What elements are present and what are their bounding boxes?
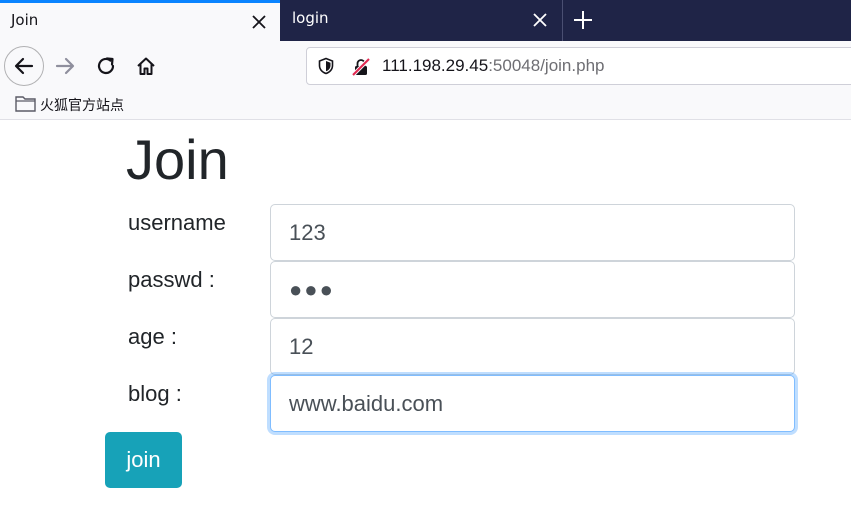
forward-button[interactable] <box>45 46 85 86</box>
password-field[interactable]: ●●● <box>270 261 795 318</box>
home-button[interactable] <box>126 46 166 86</box>
plus-icon[interactable] <box>572 9 594 31</box>
close-icon[interactable] <box>251 14 267 30</box>
tab-separator <box>562 0 563 41</box>
url-path: :50048/join.php <box>488 56 605 75</box>
page-title: Join <box>126 128 229 191</box>
back-button[interactable] <box>4 46 44 86</box>
tracking-shield-icon[interactable] <box>317 57 335 75</box>
join-button[interactable]: join <box>105 432 182 488</box>
tab-title: login <box>292 9 329 27</box>
tab-title: Join <box>11 11 39 29</box>
folder-icon <box>15 96 36 112</box>
username-label: username <box>128 210 226 235</box>
insecure-lock-icon[interactable] <box>351 57 371 77</box>
tab-login[interactable]: login <box>281 0 562 41</box>
url-text: 111.198.29.45:50048/join.php <box>382 56 604 76</box>
home-icon <box>137 57 155 75</box>
username-field[interactable] <box>270 204 795 261</box>
tab-strip: Join login <box>0 0 851 41</box>
reload-button[interactable] <box>86 46 126 86</box>
blog-field[interactable] <box>270 375 795 432</box>
address-bar[interactable]: 111.198.29.45:50048/join.php <box>306 47 851 85</box>
passwd-label: passwd : <box>128 267 215 292</box>
forward-arrow-icon <box>55 57 75 75</box>
back-arrow-icon <box>14 57 34 75</box>
tab-join[interactable]: Join <box>0 0 280 41</box>
blog-label: blog : <box>128 381 182 406</box>
reload-icon <box>97 57 115 75</box>
age-field[interactable] <box>270 318 795 375</box>
close-icon[interactable] <box>532 12 548 28</box>
age-label: age : <box>128 324 177 349</box>
bookmark-label[interactable]: 火狐官方站点 <box>40 95 124 115</box>
page-content: Join username passwd : ●●● age : blog : … <box>0 120 851 507</box>
bookmarks-toolbar: 火狐官方站点 <box>0 91 851 120</box>
navigation-toolbar: 111.198.29.45:50048/join.php <box>0 41 851 91</box>
url-host: 111.198.29.45 <box>382 56 489 75</box>
password-mask: ●●● <box>289 276 335 302</box>
